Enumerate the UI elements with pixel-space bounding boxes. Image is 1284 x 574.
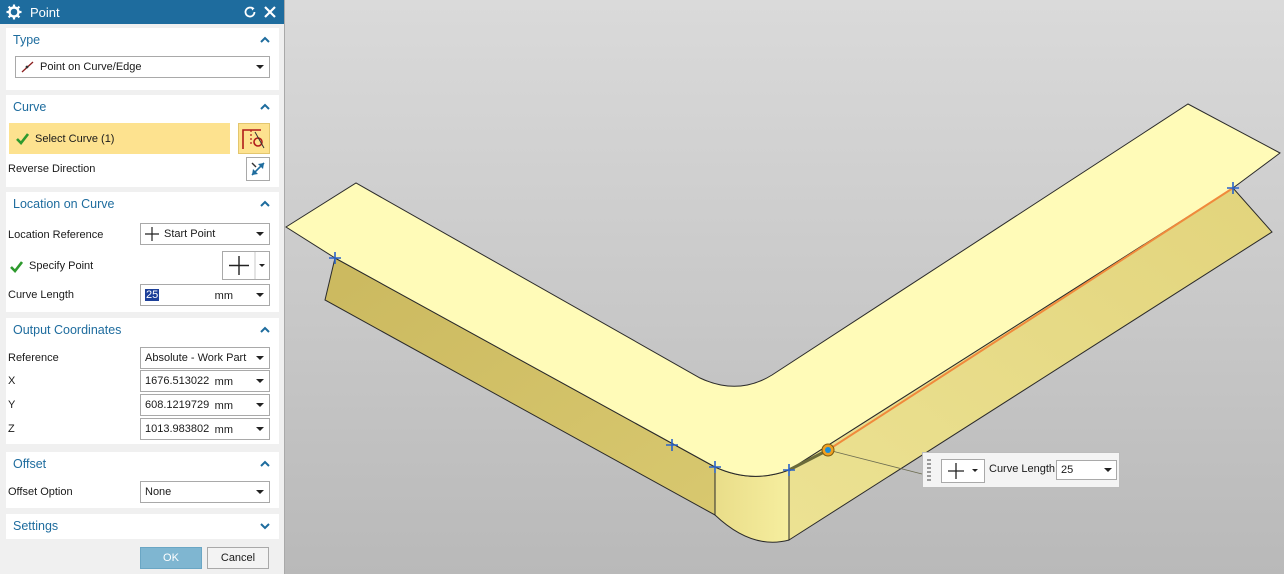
z-label: Z [8,423,15,435]
point-handle-center [825,447,831,453]
curve-length-widget: Curve Length 25 [922,452,1120,488]
group-title: Curve [13,100,47,114]
x-field[interactable]: 1676.513022 mm [140,370,270,392]
output-group-header[interactable]: Output Coordinates [6,318,279,342]
crosshair-icon [948,463,978,479]
dropdown-arrow-icon [256,356,264,360]
chevron-up-icon[interactable] [259,198,271,210]
select-curve-row[interactable]: Select Curve (1) [9,123,230,154]
location-reference-dropdown[interactable]: Start Point [140,223,270,245]
curve-length-label: Curve Length [8,289,75,301]
group-title: Type [13,33,41,47]
type-dropdown[interactable]: Point on Curve/Edge [15,56,270,78]
cancel-button[interactable]: Cancel [207,547,269,569]
specify-point-label: Specify Point [29,260,94,272]
checkmark-icon [10,260,23,273]
dropdown-arrow-icon [256,232,264,236]
reverse-direction-label: Reverse Direction [8,163,96,175]
checkmark-icon [16,133,29,145]
type-dropdown-value: Point on Curve/Edge [40,61,142,73]
dropdown-arrow-icon [256,65,264,69]
location-reference-value: Start Point [164,228,216,240]
curve-length-value[interactable]: 25 [145,289,160,301]
ok-button[interactable]: OK [140,547,202,569]
dropdown-arrow-icon[interactable] [1104,468,1112,472]
offset-option-value: None [145,486,172,498]
group-title: Offset [13,457,47,471]
settings-group-header[interactable]: Settings [6,514,279,538]
z-field[interactable]: 1013.983802 mm [140,418,270,440]
chevron-down-icon[interactable] [259,520,271,532]
y-field[interactable]: 608.1219729 mm [140,394,270,416]
widget-curve-length-label: Curve Length [989,463,1056,475]
crosshair-icon [229,252,265,279]
gear-icon[interactable] [6,4,22,20]
close-icon[interactable] [262,4,278,20]
reverse-direction-button[interactable] [246,157,270,181]
widget-curve-length-value[interactable]: 25 [1061,464,1073,476]
dropdown-arrow-icon[interactable] [256,403,264,407]
reset-icon[interactable] [242,4,258,20]
chevron-up-icon[interactable] [259,34,271,46]
crosshair-icon [145,227,159,241]
curve-length-unit: mm [214,290,233,302]
side-face-bend[interactable] [714,466,790,543]
chevron-up-icon[interactable] [259,324,271,336]
settings-group: Settings [6,514,279,539]
offset-option-label: Offset Option [8,486,73,498]
dialog-titlebar: Point [0,0,284,24]
chevron-up-icon[interactable] [259,101,271,113]
point-on-curve-icon [21,61,34,73]
chevron-up-icon[interactable] [259,458,271,470]
x-label: X [8,375,16,387]
group-title: Output Coordinates [13,323,122,337]
curve-selection-button[interactable] [238,123,270,154]
group-title: Settings [13,519,59,533]
curve-select-icon [242,129,265,149]
y-label: Y [8,399,16,411]
graphics-viewport[interactable] [285,0,1284,574]
y-value[interactable]: 608.1219729 [145,399,209,411]
curve-group-header[interactable]: Curve [6,95,279,119]
location-reference-label: Location Reference [8,229,104,241]
curve-length-input[interactable]: 25 mm [140,284,270,306]
x-unit: mm [214,376,233,388]
point-dialog-button[interactable] [222,251,270,280]
dialog-title: Point [30,4,60,20]
reverse-direction-row: Reverse Direction [8,158,278,180]
dropdown-arrow-icon[interactable] [256,379,264,383]
type-group: Type Point on Curve/Edge [6,28,279,90]
dropdown-arrow-icon[interactable] [256,427,264,431]
offset-option-dropdown[interactable]: None [140,481,270,503]
point-dialog: Point Type Point on Curve/Edge Curve Sel… [0,0,285,574]
reference-value: Absolute - Work Part [145,352,247,364]
z-value[interactable]: 1013.983802 [145,423,209,435]
x-value[interactable]: 1676.513022 [145,375,209,387]
dropdown-arrow-icon[interactable] [256,293,264,297]
reverse-direction-icon [251,162,265,176]
part-model[interactable] [285,0,1284,574]
reference-label: Reference [8,352,59,364]
y-unit: mm [214,400,233,412]
offset-group-header[interactable]: Offset [6,452,279,476]
dropdown-arrow-icon [256,490,264,494]
reference-dropdown[interactable]: Absolute - Work Part [140,347,270,369]
type-group-header[interactable]: Type [6,28,279,52]
location-group-header[interactable]: Location on Curve [6,192,279,216]
drag-handle[interactable] [927,459,931,483]
select-curve-label: Select Curve (1) [35,132,115,145]
widget-point-button[interactable] [941,459,985,483]
widget-curve-length-input[interactable]: 25 [1056,460,1117,480]
group-title: Location on Curve [13,197,115,211]
z-unit: mm [214,424,233,436]
